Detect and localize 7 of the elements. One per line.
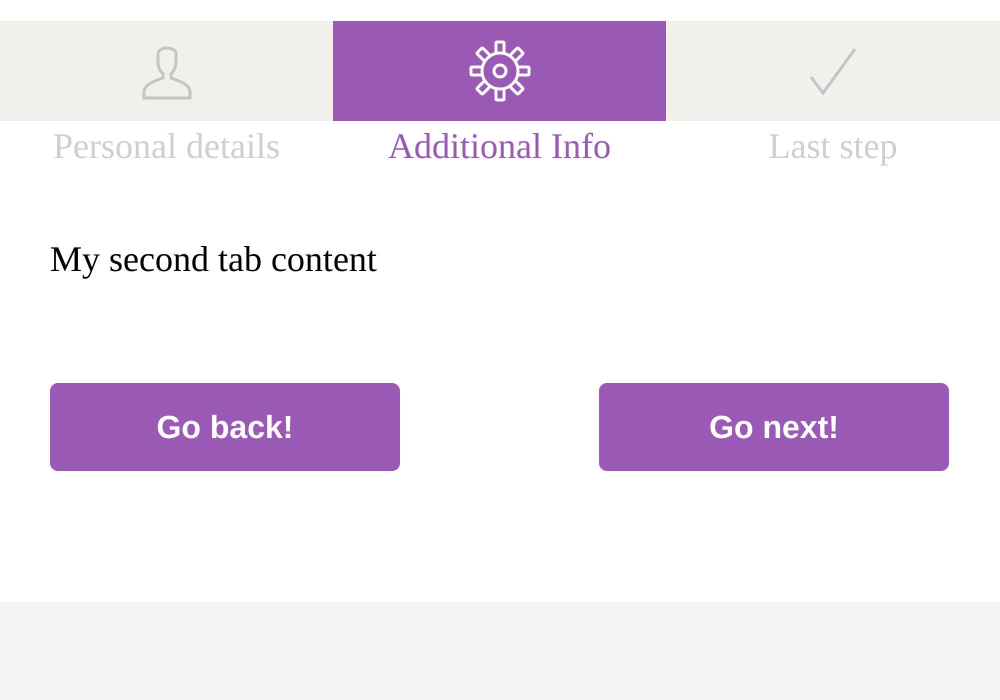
settings-icon bbox=[468, 40, 530, 102]
step-tab[interactable] bbox=[333, 21, 666, 121]
next-button[interactable]: Go next! bbox=[599, 383, 949, 471]
back-button[interactable]: Go back! bbox=[50, 383, 400, 471]
check-icon bbox=[807, 45, 859, 97]
step-label: Additional Info bbox=[387, 125, 612, 168]
tab-content-text: My second tab content bbox=[50, 239, 377, 279]
